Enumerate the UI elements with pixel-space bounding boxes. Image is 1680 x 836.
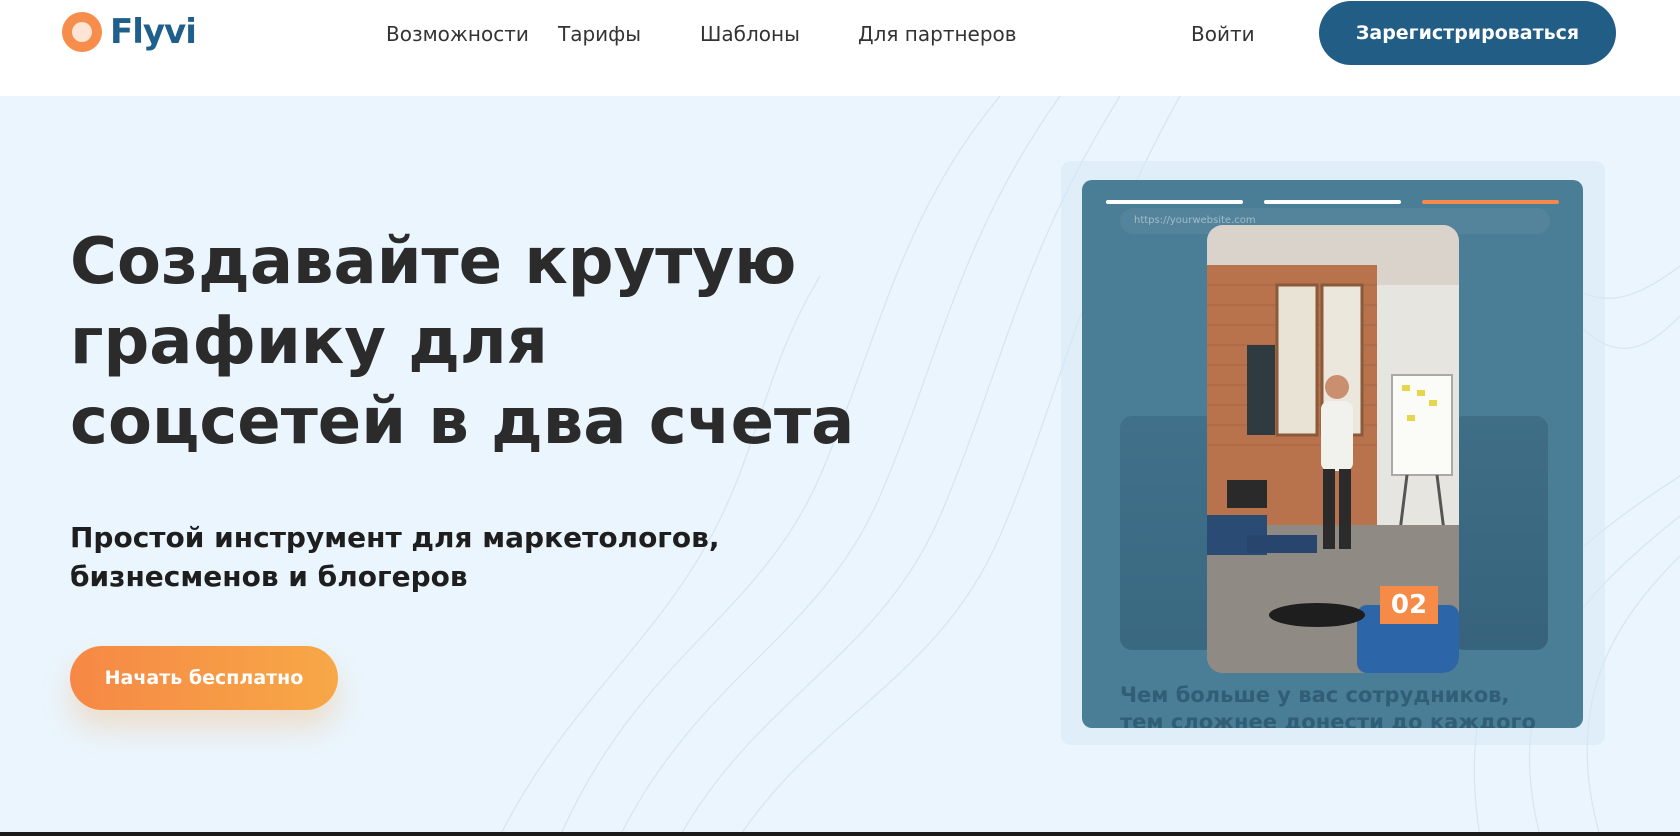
bottom-border bbox=[0, 832, 1680, 836]
logo-text: Flyvi bbox=[110, 12, 197, 52]
story-progress-bar-active bbox=[1422, 200, 1559, 204]
blurred-slide-left bbox=[1120, 416, 1216, 650]
story-progress-bar bbox=[1264, 200, 1401, 204]
nav-item-features[interactable]: Возможности bbox=[386, 20, 558, 48]
hero-title: Создавайте крутую графику для соцсетей в… bbox=[70, 225, 855, 459]
story-mockup: https://yourwebsite.com Чем больше у вас… bbox=[1082, 180, 1583, 728]
logo[interactable]: Flyvi bbox=[62, 12, 197, 52]
landing-page: Flyvi Возможности Тарифы Шаблоны Для пар… bbox=[0, 0, 1680, 836]
main-nav: Возможности Тарифы Шаблоны Для партнеров bbox=[386, 20, 1028, 48]
start-free-button[interactable]: Начать бесплатно bbox=[70, 646, 338, 710]
nav-item-partners[interactable]: Для партнеров bbox=[858, 20, 1028, 48]
site-header: Flyvi Возможности Тарифы Шаблоны Для пар… bbox=[0, 0, 1680, 96]
story-progress-bar bbox=[1106, 200, 1243, 204]
logo-circle-icon bbox=[62, 12, 102, 52]
nav-item-pricing[interactable]: Тарифы bbox=[558, 20, 700, 48]
blurred-slide-right bbox=[1452, 416, 1548, 650]
mockup-caption: Чем больше у вас сотрудников, тем сложне… bbox=[1120, 683, 1536, 728]
nav-item-templates[interactable]: Шаблоны bbox=[700, 20, 858, 48]
story-number-badge: 02 bbox=[1380, 586, 1438, 624]
login-link[interactable]: Войти bbox=[1191, 20, 1255, 48]
signup-button[interactable]: Зарегистрироваться bbox=[1319, 1, 1616, 65]
hero-subtitle: Простой инструмент для маркетологов, биз… bbox=[70, 521, 720, 593]
